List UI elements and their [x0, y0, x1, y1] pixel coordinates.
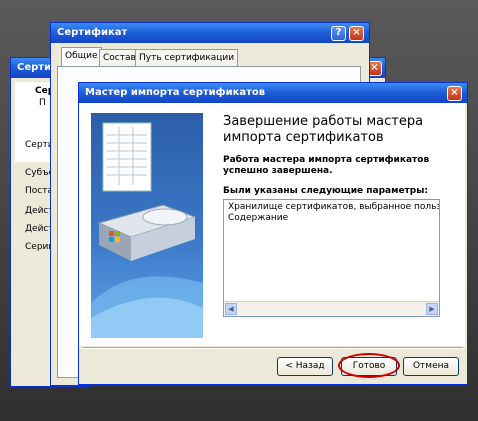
- tab-general[interactable]: Общие: [61, 47, 102, 67]
- import-wizard-dialog: Мастер импорта сертификатов × Завершение…: [78, 82, 468, 385]
- completion-message: Работа мастера импорта сертификатов успе…: [223, 155, 430, 176]
- scroll-right-icon[interactable]: ▶: [426, 303, 438, 315]
- back-header-line2: П: [39, 98, 46, 108]
- close-icon[interactable]: ×: [349, 26, 364, 41]
- tab-details[interactable]: Состав: [99, 49, 140, 66]
- scroll-left-icon[interactable]: ◀: [225, 303, 237, 315]
- list-item: Содержание: [228, 213, 289, 223]
- wizard-artwork: [91, 113, 203, 338]
- params-list[interactable]: Хранилище сертификатов, выбранное пользо…: [223, 199, 440, 317]
- params-label: Были указаны следующие параметры:: [223, 186, 428, 196]
- tab-certification-path[interactable]: Путь сертификации: [135, 49, 239, 66]
- wizard-heading: Завершение работы мастера импорта сертиф…: [223, 114, 424, 145]
- certificate-drive-icon: [91, 122, 203, 338]
- footer-divider: [83, 347, 463, 349]
- horizontal-scrollbar[interactable]: ◀ ▶: [224, 301, 439, 316]
- certificate-window-title: Сертификат: [51, 23, 369, 43]
- highlight-ring: [338, 353, 400, 378]
- wizard-title: Мастер импорта сертификатов: [79, 83, 467, 103]
- wizard-close-icon[interactable]: ×: [447, 86, 462, 101]
- back-button[interactable]: < Назад: [277, 357, 333, 376]
- list-item: Хранилище сертификатов, выбранное пользо…: [228, 202, 439, 212]
- help-icon[interactable]: ?: [331, 26, 346, 41]
- cancel-button[interactable]: Отмена: [403, 357, 459, 376]
